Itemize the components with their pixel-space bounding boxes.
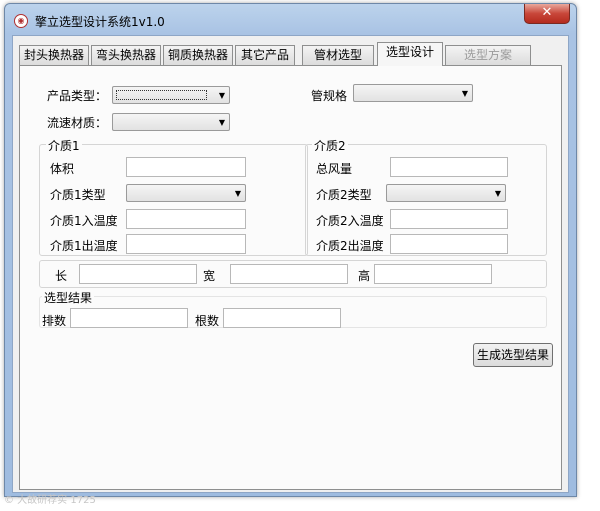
app-window: ◉ 擎立选型设计系统1v1.0 ✕ 封头换热器 弯头换热器 铜质换热器 其它产品… (4, 3, 577, 497)
medium2-title: 介质2 (312, 137, 348, 154)
generate-result-button[interactable]: 生成选型结果 (473, 343, 553, 367)
product-type-select[interactable]: ▼ (112, 86, 230, 104)
flow-material-label: 流速材质： (47, 116, 108, 130)
medium1-out-temp-input[interactable] (126, 234, 246, 254)
medium1-in-temp-input[interactable] (126, 209, 246, 229)
result-title: 选型结果 (42, 289, 95, 306)
chevron-down-icon: ▼ (234, 189, 241, 198)
volume-input[interactable] (126, 157, 246, 177)
volume-label: 体积 (50, 162, 75, 176)
result-group: 选型结果 排数 根数 (39, 289, 547, 328)
focus-rect (116, 90, 207, 100)
medium1-in-temp-label: 介质1入温度 (50, 214, 118, 228)
tab-copper-exchanger[interactable]: 铜质换热器 (163, 45, 233, 65)
tab-elbow-exchanger[interactable]: 弯头换热器 (91, 45, 161, 65)
length-label: 长 (55, 269, 68, 283)
count-input[interactable] (223, 308, 341, 328)
medium2-in-temp-input[interactable] (390, 209, 508, 229)
selection-design-panel: 产品类型： ▼ 管规格 ▼ 流速材质： ▼ 介质1 体积 介质1类型 ▼ 介质1… (19, 65, 562, 490)
chevron-down-icon: ▼ (461, 89, 468, 98)
tab-other-products[interactable]: 其它产品 (235, 45, 295, 65)
tab-selection-plan[interactable]: 选型方案 (445, 45, 531, 65)
product-type-label: 产品类型： (47, 89, 108, 103)
count-label: 根数 (195, 314, 220, 328)
tab-pipe-selection[interactable]: 管材选型 (302, 45, 374, 65)
medium2-type-select[interactable]: ▼ (386, 184, 506, 202)
dimensions-group: 长 宽 高 (39, 260, 547, 288)
chevron-down-icon: ▼ (218, 91, 225, 100)
chevron-down-icon: ▼ (218, 118, 225, 127)
watermark-credit: © 大故研荐实 1725 (4, 495, 96, 506)
pipe-spec-select[interactable]: ▼ (353, 84, 473, 102)
medium1-group: 介质1 体积 介质1类型 ▼ 介质1入温度 介质1出温度 (39, 137, 308, 256)
pipe-spec-label: 管规格 (311, 89, 348, 103)
title-bar[interactable]: ◉ 擎立选型设计系统1v1.0 ✕ (5, 4, 576, 34)
medium2-out-temp-label: 介质2出温度 (316, 239, 384, 253)
flow-material-select[interactable]: ▼ (112, 113, 230, 131)
rows-label: 排数 (42, 314, 67, 328)
window-title: 擎立选型设计系统1v1.0 (35, 15, 165, 29)
tab-end-cap-exchanger[interactable]: 封头换热器 (19, 45, 89, 65)
medium2-in-temp-label: 介质2入温度 (316, 214, 384, 228)
medium2-out-temp-input[interactable] (390, 234, 508, 254)
rows-input[interactable] (70, 308, 188, 328)
medium1-out-temp-label: 介质1出温度 (50, 239, 118, 253)
tab-selection-design[interactable]: 选型设计 (377, 42, 443, 66)
medium1-type-select[interactable]: ▼ (126, 184, 246, 202)
chevron-down-icon: ▼ (494, 189, 501, 198)
height-input[interactable] (374, 264, 492, 284)
medium1-type-label: 介质1类型 (50, 188, 106, 202)
client-area: 封头换热器 弯头换热器 铜质换热器 其它产品 管材选型 选型设计 选型方案 产品… (12, 35, 569, 493)
length-input[interactable] (79, 264, 197, 284)
close-button[interactable]: ✕ (524, 4, 570, 24)
air-volume-input[interactable] (390, 157, 508, 177)
medium2-type-label: 介质2类型 (316, 188, 372, 202)
width-input[interactable] (230, 264, 348, 284)
medium2-group: 介质2 总风量 介质2类型 ▼ 介质2入温度 介质2出温度 (305, 137, 547, 256)
width-label: 宽 (203, 269, 216, 283)
air-volume-label: 总风量 (316, 162, 353, 176)
app-icon: ◉ (14, 14, 28, 28)
height-label: 高 (358, 269, 371, 283)
medium1-title: 介质1 (46, 137, 82, 154)
